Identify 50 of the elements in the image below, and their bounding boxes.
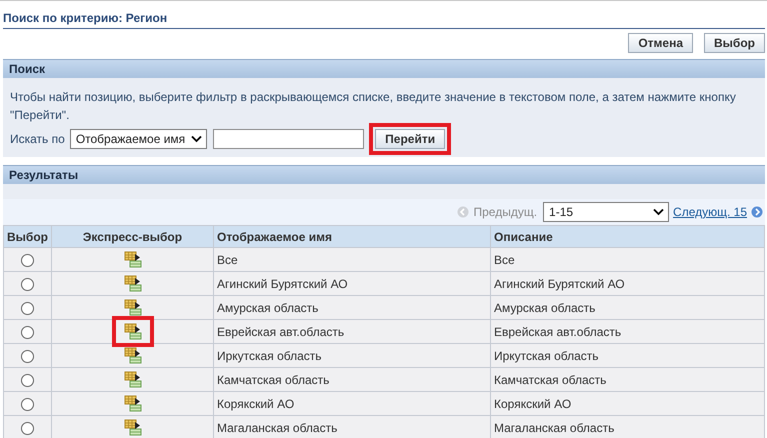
quick-select-icon[interactable]	[124, 275, 142, 292]
search-by-label: Искать по	[10, 132, 65, 146]
radio-button[interactable]	[21, 254, 34, 267]
go-button[interactable]: Перейти	[375, 129, 446, 149]
table-cell: Все	[214, 248, 490, 272]
instructions-text: Чтобы найти позицию, выберите фильтр в раскрывающемся списке, введите значение в текстовом поле, а затем нажмите кнопку "Перейти".	[10, 89, 737, 124]
chevron-icon	[653, 208, 664, 216]
quick-select-icon[interactable]	[124, 299, 142, 316]
column-header: Отображаемое имя	[214, 226, 490, 248]
radio-button[interactable]	[21, 350, 34, 363]
next-icon[interactable]	[751, 206, 763, 218]
next-link[interactable]: Следующ. 15	[673, 205, 747, 219]
quick-select-icon[interactable]	[124, 323, 142, 340]
table-cell: Еврейская авт.область	[490, 320, 764, 344]
section-header: Поиск	[3, 59, 765, 78]
range-dropdown[interactable]: 1-15	[543, 202, 670, 222]
table-cell: Все	[490, 248, 764, 272]
column-header: Экспресс-выбор	[52, 226, 214, 248]
quick-select-icon[interactable]	[124, 419, 142, 436]
cancel-button[interactable]: Отмена	[628, 33, 693, 53]
table-cell: Камчатская область	[490, 368, 764, 392]
radio-button[interactable]	[21, 302, 34, 315]
table-cell: Амурская область	[214, 296, 490, 320]
search-input-field[interactable]	[213, 129, 364, 149]
section-header: Результаты	[3, 165, 765, 184]
table-cell: Еврейская авт.область	[214, 320, 490, 344]
table-cell: Агинский Бурятский АО	[490, 272, 764, 296]
column-header: Описание	[490, 226, 764, 248]
quick-select-icon[interactable]	[124, 347, 142, 364]
radio-button[interactable]	[21, 326, 34, 339]
quick-select-icon[interactable]	[124, 395, 142, 412]
table-cell: Агинский Бурятский АО	[214, 272, 490, 296]
radio-button[interactable]	[21, 398, 34, 411]
filter-dropdown[interactable]: Отображаемое имя	[70, 129, 208, 149]
table-cell: Иркутская область	[214, 344, 490, 368]
column-header: Выбор	[4, 226, 52, 248]
previous-icon	[457, 206, 470, 218]
select-button[interactable]: Выбор	[704, 33, 765, 53]
radio-button[interactable]	[21, 374, 34, 387]
table-cell: Иркутская область	[490, 344, 764, 368]
radio-button[interactable]	[21, 422, 34, 435]
chevron-icon	[191, 135, 202, 143]
table-cell: Камчатская область	[214, 368, 490, 392]
quick-select-icon[interactable]	[124, 251, 142, 268]
radio-button[interactable]	[21, 278, 34, 291]
table-cell: Корякский АО	[214, 392, 490, 416]
quick-select-icon[interactable]	[124, 371, 142, 388]
table-cell: Амурская область	[490, 296, 764, 320]
page-title: Поиск по критерию: Регион	[3, 11, 168, 25]
table-cell: Корякский АО	[490, 392, 764, 416]
